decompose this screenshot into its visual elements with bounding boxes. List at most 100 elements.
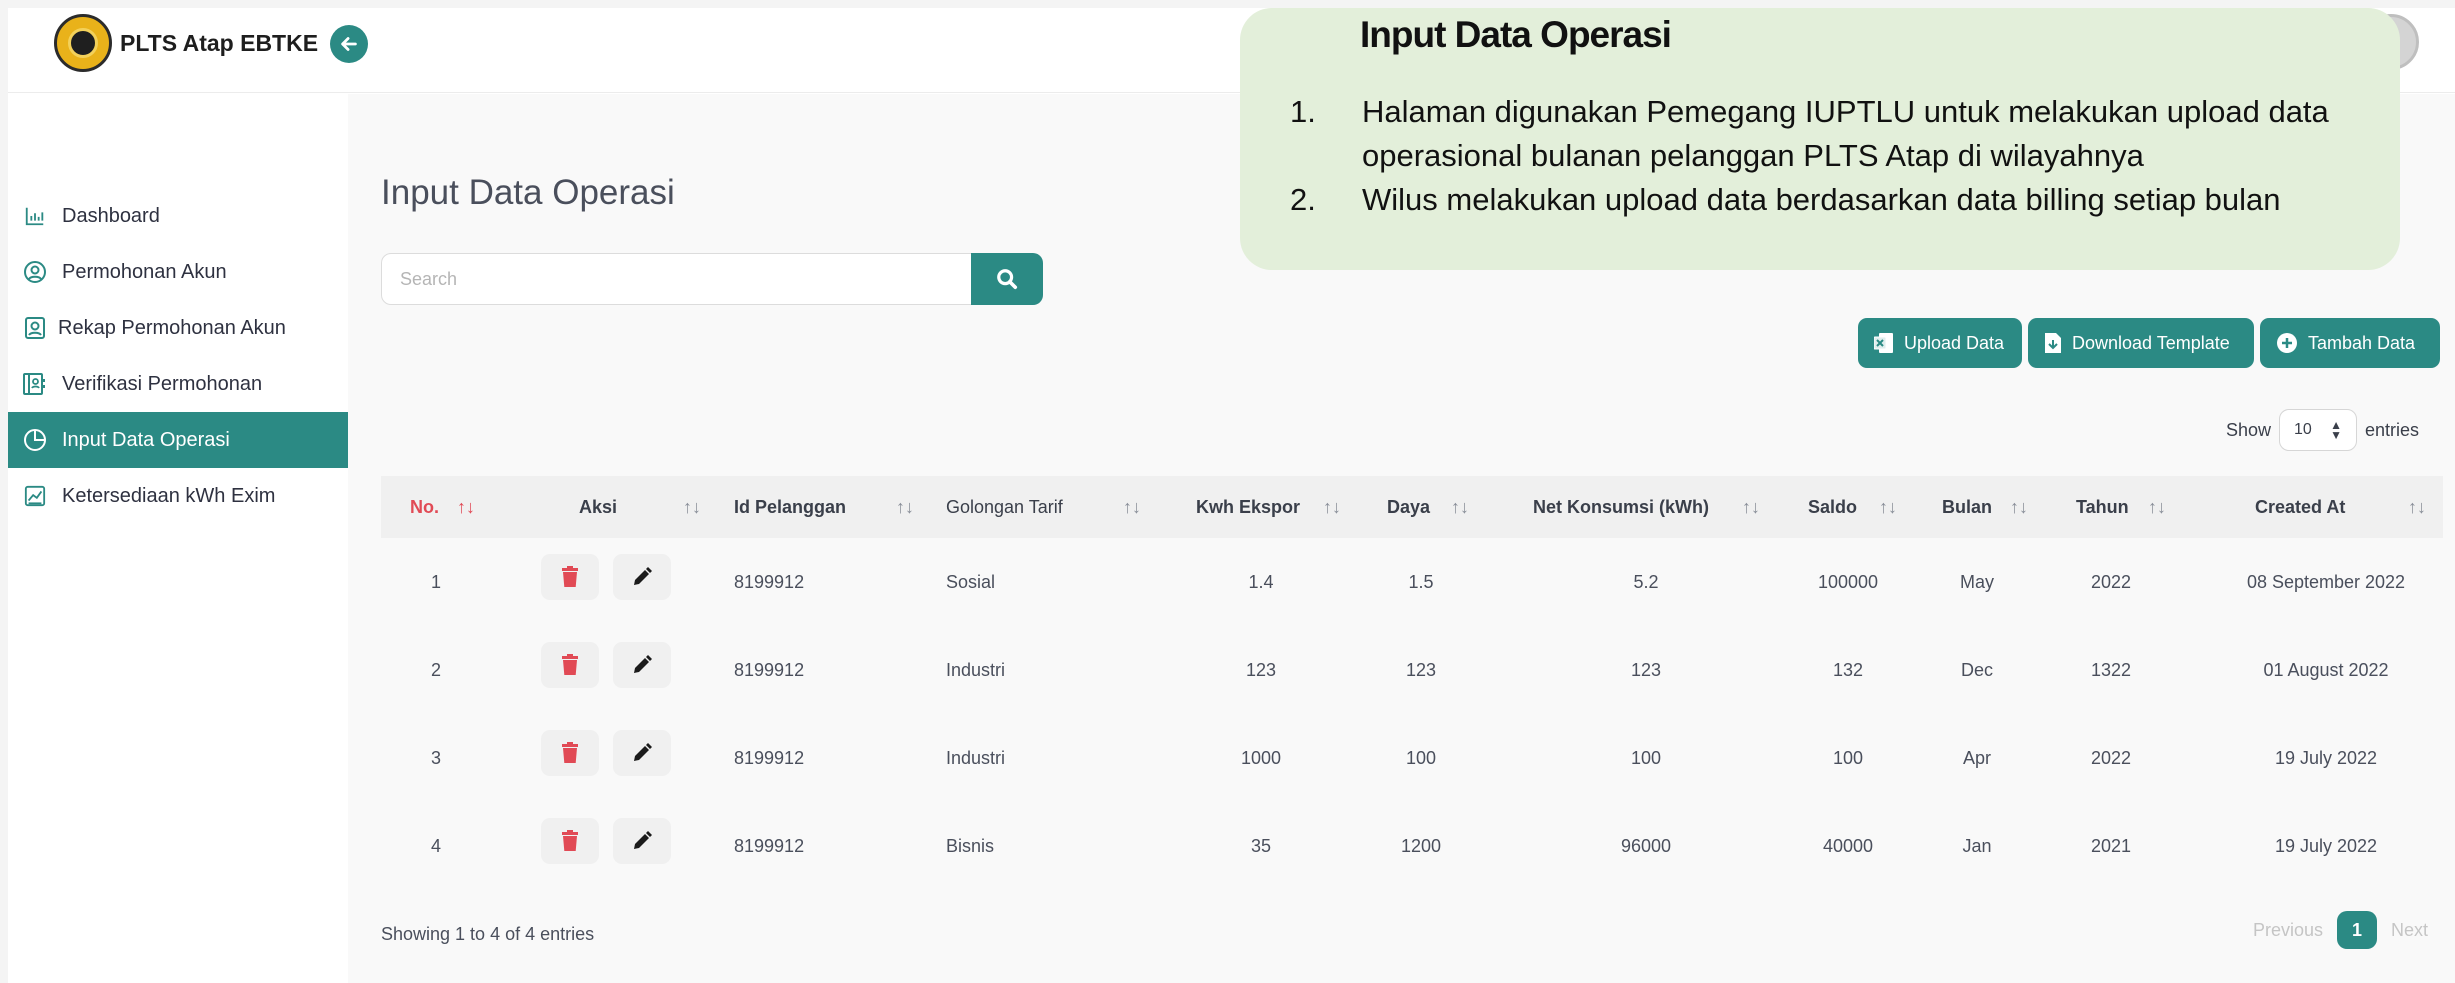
file-download-icon	[2044, 332, 2062, 354]
column-header-daya[interactable]: Daya	[1387, 476, 1430, 538]
trash-icon	[562, 566, 578, 587]
delete-button[interactable]	[541, 554, 599, 600]
sort-icon[interactable]: ↑↓	[2010, 476, 2028, 538]
cell-id-pelanggan: 8199912	[734, 571, 805, 592]
delete-button[interactable]	[541, 730, 599, 776]
pencil-icon	[634, 743, 652, 761]
upload-data-button[interactable]: Upload Data	[1858, 318, 2022, 368]
cell-golongan-tarif: Bisnis	[946, 835, 995, 856]
cell-bulan: Apr	[1962, 747, 1991, 768]
column-header-saldo[interactable]: Saldo	[1808, 476, 1857, 538]
pie-chart-icon	[22, 427, 48, 453]
sidebar-item-ketersediaan-kwh-exim[interactable]: Ketersediaan kWh Exim	[8, 468, 348, 524]
cell-net-konsumsi: 5.2	[1633, 571, 1659, 592]
sidebar-item-label: Ketersediaan kWh Exim	[62, 484, 276, 507]
delete-button[interactable]	[541, 818, 599, 864]
edit-button[interactable]	[613, 554, 671, 600]
sidebar-item-label: Rekap Permohonan Akun	[58, 316, 286, 339]
sort-updown-icon: ▲ ▼	[2330, 418, 2343, 442]
excel-file-icon	[1874, 332, 1894, 354]
page-1-button[interactable]: 1	[2337, 911, 2377, 949]
cell-id-pelanggan: 8199912	[734, 835, 805, 856]
table-row: 2 8199912 Industri 123 123 123 132 Dec 1…	[381, 626, 2443, 714]
sort-icon[interactable]: ↑↓	[1451, 476, 1469, 538]
column-header-bulan[interactable]: Bulan	[1942, 476, 1992, 538]
callout-item-text: Wilus melakukan upload data berdasarkan …	[1362, 182, 2281, 217]
sidebar-item-dashboard[interactable]: Dashboard	[8, 188, 348, 244]
callout-title: Input Data Operasi	[1360, 14, 1672, 55]
sort-icon[interactable]: ↑↓	[1742, 476, 1760, 538]
cell-kwh-ekspor: 35	[1250, 835, 1272, 856]
cell-net-konsumsi: 96000	[1620, 835, 1672, 856]
previous-button[interactable]: Previous	[2253, 910, 2323, 950]
sort-icon[interactable]: ↑↓	[1323, 476, 1341, 538]
sort-icon[interactable]: ↑↓	[896, 476, 914, 538]
trash-icon	[562, 742, 578, 763]
sidebar-item-label: Input Data Operasi	[62, 428, 230, 451]
sort-icon[interactable]: ↑↓	[2148, 476, 2166, 538]
edit-button[interactable]	[613, 730, 671, 776]
cell-tahun: 2022	[2090, 747, 2132, 768]
sidebar-item-rekap-permohonan-akun[interactable]: Rekap Permohonan Akun	[8, 300, 348, 356]
cell-bulan: Dec	[1960, 659, 1993, 680]
sidebar-item-label: Dashboard	[62, 204, 160, 227]
entries-select[interactable]: 10 ▲ ▼	[2279, 409, 2358, 451]
cell-net-konsumsi: 123	[1630, 659, 1662, 680]
sidebar-item-label: Permohonan Akun	[62, 260, 227, 283]
column-header-kwh-ekspor[interactable]: Kwh Ekspor	[1196, 476, 1300, 538]
user-square-icon	[22, 315, 48, 341]
column-header-no[interactable]: No.	[410, 476, 439, 538]
search-button[interactable]	[971, 253, 1043, 305]
contact-book-icon	[22, 371, 48, 397]
tambah-data-button[interactable]: Tambah Data	[2260, 318, 2440, 368]
sidebar: Dashboard Permohonan Akun Rekap Permohon…	[8, 94, 348, 983]
pencil-icon	[634, 655, 652, 673]
cell-golongan-tarif: Industri	[946, 659, 1006, 680]
cell-saldo: 100	[1832, 747, 1864, 768]
chart-bar-icon	[22, 203, 48, 229]
pencil-icon	[634, 567, 652, 585]
cell-no: 2	[430, 659, 441, 680]
pencil-icon	[634, 831, 652, 849]
column-header-aksi[interactable]: Aksi	[579, 476, 617, 538]
chart-line-icon	[22, 483, 48, 509]
collapse-sidebar-button[interactable]	[330, 25, 368, 63]
sort-icon[interactable]: ↑↓	[1123, 476, 1141, 538]
sidebar-item-verifikasi-permohonan[interactable]: Verifikasi Permohonan	[8, 356, 348, 412]
cell-net-konsumsi: 100	[1630, 747, 1662, 768]
sort-icon[interactable]: ↑↓	[1879, 476, 1897, 538]
cell-id-pelanggan: 8199912	[734, 659, 805, 680]
column-header-golongan-tarif[interactable]: Golongan Tarif	[946, 476, 1063, 538]
next-button[interactable]: Next	[2391, 910, 2428, 950]
cell-no: 3	[430, 747, 441, 768]
upload-data-label: Upload Data	[1904, 332, 2005, 353]
table-info: Showing 1 to 4 of 4 entries	[381, 924, 595, 944]
edit-button[interactable]	[613, 818, 671, 864]
column-header-created-at[interactable]: Created At	[2255, 476, 2345, 538]
show-label: Show	[2226, 419, 2272, 440]
column-header-tahun[interactable]: Tahun	[2076, 476, 2129, 538]
edit-button[interactable]	[613, 642, 671, 688]
sort-icon[interactable]: ↑↓	[457, 476, 475, 538]
column-header-id-pelanggan[interactable]: Id Pelanggan	[734, 476, 846, 538]
cell-no: 4	[430, 835, 441, 856]
table-row: 4 8199912 Bisnis 35 1200 96000 40000 Jan…	[381, 802, 2443, 890]
callout-list: 1. Halaman digunakan Pemegang IUPTLU unt…	[1290, 90, 2370, 222]
column-header-net-konsumsi[interactable]: Net Konsumsi (kWh)	[1533, 476, 1709, 538]
arrow-left-icon	[341, 37, 357, 51]
search-input[interactable]	[381, 253, 977, 305]
sidebar-item-input-data-operasi[interactable]: Input Data Operasi	[8, 412, 348, 468]
sort-icon[interactable]: ↑↓	[2408, 476, 2426, 538]
cell-created-at: 19 July 2022	[2274, 835, 2378, 856]
cell-golongan-tarif: Industri	[946, 747, 1006, 768]
user-circle-icon	[22, 259, 48, 285]
sort-icon[interactable]: ↑↓	[683, 476, 701, 538]
download-template-button[interactable]: Download Template	[2028, 318, 2254, 368]
trash-icon	[562, 654, 578, 675]
search-bar	[381, 253, 1043, 305]
delete-button[interactable]	[541, 642, 599, 688]
sidebar-item-permohonan-akun[interactable]: Permohonan Akun	[8, 244, 348, 300]
logo-icon	[54, 14, 112, 72]
cell-daya: 1.5	[1408, 571, 1434, 592]
cell-saldo: 132	[1832, 659, 1864, 680]
